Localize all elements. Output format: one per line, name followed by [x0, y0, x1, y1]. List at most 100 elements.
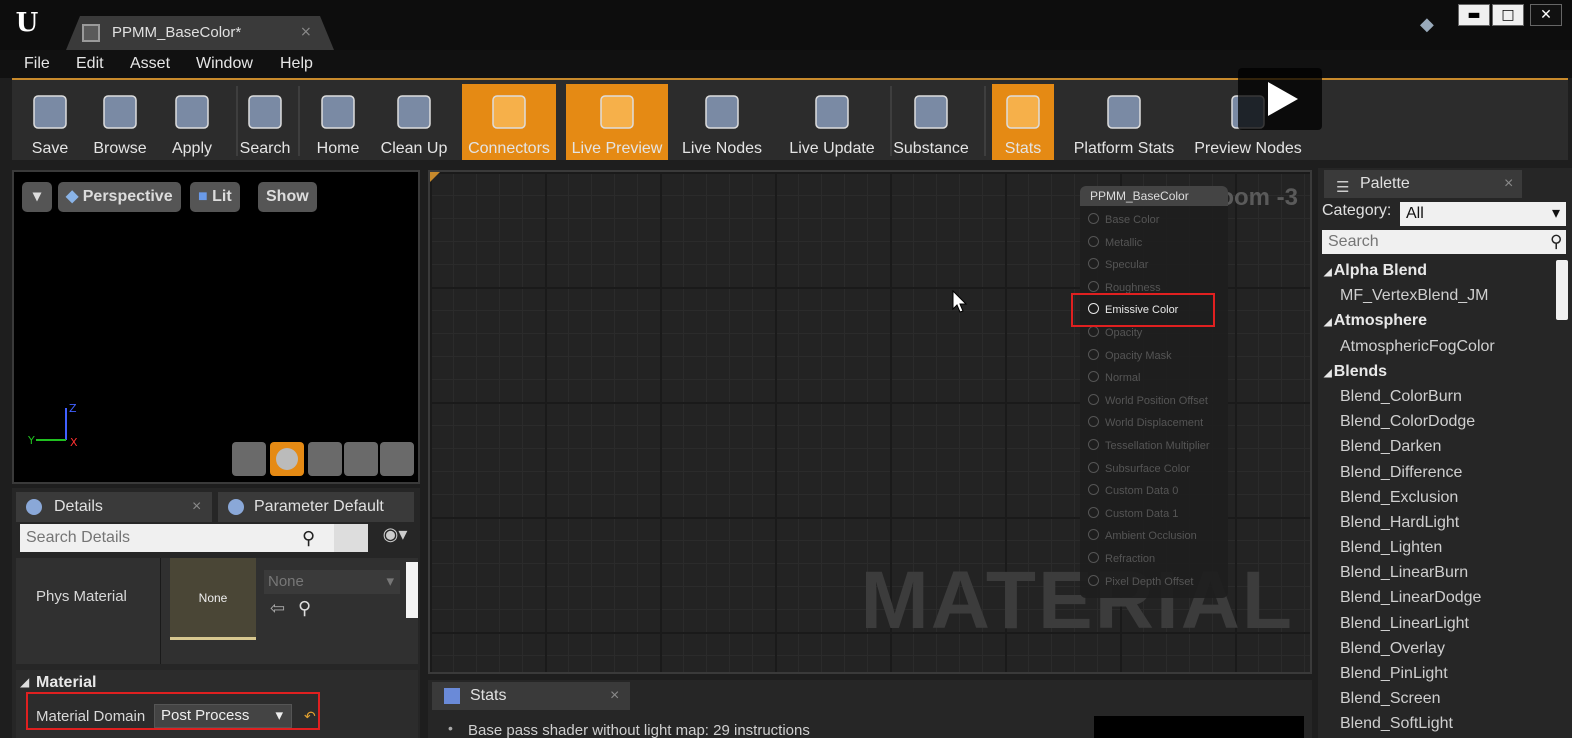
palette-item[interactable]: Blend_HardLight	[1318, 510, 1554, 535]
category-select[interactable]: All ▾	[1400, 202, 1566, 226]
preview-sphere-icon[interactable]	[270, 442, 304, 476]
home-button[interactable]: Home	[306, 84, 370, 160]
tab-details-close-icon[interactable]: ×	[192, 492, 201, 522]
tab-parameter-default[interactable]: Parameter Default	[218, 492, 414, 522]
palette-item[interactable]: Blend_ColorDodge	[1318, 409, 1554, 434]
tv-icon	[595, 90, 639, 136]
menu-window[interactable]: Window	[196, 55, 253, 73]
apply-button[interactable]: Apply	[160, 84, 224, 160]
palette-item[interactable]: Blend_LinearLight	[1318, 611, 1554, 636]
phys-material-combo[interactable]: None ▾	[264, 570, 400, 594]
node-pin-opacity-mask[interactable]: Opacity Mask	[1088, 349, 1172, 362]
perspective-button[interactable]: ◆ Perspective	[58, 182, 181, 212]
material-graph-canvas[interactable]: Zoom -3 MATERIAL PPMM_BaseColor Base Col…	[428, 170, 1312, 674]
document-tab-label: PPMM_BaseColor*	[112, 24, 242, 41]
palette-item[interactable]: Blend_Screen	[1318, 686, 1554, 711]
palette-item[interactable]: Blend_ColorBurn	[1318, 384, 1554, 409]
live-nodes-button[interactable]: Live Nodes	[678, 84, 766, 160]
tab-palette-close-icon[interactable]: ×	[1504, 170, 1513, 198]
palette-item[interactable]: Blend_LinearBurn	[1318, 560, 1554, 585]
material-result-node[interactable]: PPMM_BaseColor Base Color Metallic Specula…	[1080, 186, 1228, 598]
node-pin-tessellation-multiplier[interactable]: Tessellation Multiplier	[1088, 439, 1210, 452]
menu-edit[interactable]: Edit	[76, 55, 104, 73]
platform-stats-button[interactable]: Platform Stats	[1060, 84, 1188, 160]
palette-row-label: Blend_Difference	[1340, 463, 1463, 481]
maximize-button[interactable]: □	[1492, 4, 1524, 26]
chevron-down-icon: ▾	[1551, 205, 1560, 222]
palette-item[interactable]: Blend_Exclusion	[1318, 485, 1554, 510]
node-pin-specular[interactable]: Specular	[1088, 258, 1148, 271]
preview-cube-icon[interactable]	[344, 442, 378, 476]
menu-file[interactable]: File	[24, 55, 50, 73]
tab-palette[interactable]: ☰ Palette ×	[1324, 170, 1522, 198]
use-selected-arrow-icon[interactable]: ⇦	[270, 598, 285, 619]
palette-scrollbar[interactable]	[1556, 260, 1568, 320]
toolbar: Save Browse Apply Search Home Clean Up Connect…	[12, 78, 1568, 160]
phys-material-thumbnail[interactable]: None	[170, 558, 256, 640]
palette-row-label: Blend_SoftLight	[1340, 715, 1453, 733]
palette-item[interactable]: MF_VertexBlend_JM	[1318, 283, 1554, 308]
palette-item[interactable]: Blend_LinearDodge	[1318, 585, 1554, 610]
node-pin-subsurface-color[interactable]: Subsurface Color	[1088, 462, 1190, 475]
toolbar-separator	[298, 86, 300, 156]
node-pin-custom-data-0[interactable]: Custom Data 0	[1088, 484, 1178, 497]
viewport-options-button[interactable]: ▾	[22, 182, 52, 212]
video-play-button[interactable]	[1238, 68, 1322, 130]
palette-item[interactable]: Blend_SoftLight	[1318, 711, 1554, 736]
node-pin-metallic[interactable]: Metallic	[1088, 236, 1142, 249]
node-pin-opacity[interactable]: Opacity	[1088, 326, 1142, 339]
preview-plane-icon[interactable]	[308, 442, 342, 476]
lit-button[interactable]: ■ Lit	[190, 182, 240, 212]
close-button[interactable]: ✕	[1530, 4, 1562, 26]
substance-button[interactable]: Substance	[886, 84, 976, 160]
node-pin-world-displacement[interactable]: World Displacement	[1088, 416, 1203, 429]
save-button[interactable]: Save	[16, 84, 84, 160]
minimize-button[interactable]: ▬	[1458, 4, 1490, 26]
toolbar-label: Browse	[93, 140, 147, 157]
document-tab-close-icon[interactable]: ×	[300, 24, 312, 40]
node-pin-base-color[interactable]: Base Color	[1088, 213, 1159, 226]
palette-item[interactable]: Blend_PinLight	[1318, 661, 1554, 686]
node-pin-roughness[interactable]: Roughness	[1088, 281, 1161, 294]
palette-item[interactable]: AtmosphericFogColor	[1318, 334, 1554, 359]
palette-item[interactable]: Blend_Difference	[1318, 460, 1554, 485]
search-details-input[interactable]	[20, 524, 336, 552]
tab-details[interactable]: Details ×	[16, 492, 212, 522]
show-button[interactable]: Show	[258, 182, 317, 212]
node-pin-world-position-offset[interactable]: World Position Offset	[1088, 394, 1208, 407]
palette-category[interactable]: ◢ Alpha Blend	[1318, 258, 1554, 283]
grid-view-icon[interactable]	[334, 524, 368, 552]
preview-teapot-icon[interactable]	[380, 442, 414, 476]
clean-up-button[interactable]: Clean Up	[374, 84, 454, 160]
palette-category[interactable]: ◢ Blends	[1318, 359, 1554, 384]
tab-stats[interactable]: Stats ×	[432, 682, 630, 710]
stats-button[interactable]: Stats	[992, 84, 1054, 160]
search-button[interactable]: Search	[230, 84, 300, 160]
node-pin-normal[interactable]: Normal	[1088, 371, 1140, 384]
menu-asset[interactable]: Asset	[130, 55, 170, 73]
palette-category[interactable]: ◢ Atmosphere	[1318, 308, 1554, 333]
menu-help[interactable]: Help	[280, 55, 313, 73]
node-pin-custom-data-1[interactable]: Custom Data 1	[1088, 507, 1178, 520]
expand-arrow-icon[interactable]: ◢	[20, 675, 29, 689]
details-scrollbar[interactable]	[406, 562, 418, 618]
eye-visibility-icon[interactable]: ◉▾	[372, 524, 418, 552]
preview-viewport[interactable]: ▾ ◆ Perspective ■ Lit Show Z Y X	[12, 170, 420, 484]
node-pin-pixel-depth-offset[interactable]: Pixel Depth Offset	[1088, 575, 1193, 588]
source-control-cube-icon[interactable]: ◆	[1420, 14, 1440, 34]
perspective-icon: ◆	[66, 188, 83, 205]
live-update-button[interactable]: Live Update	[780, 84, 884, 160]
save-icon	[28, 90, 72, 136]
browse-search-icon[interactable]: ⚲	[298, 598, 311, 619]
node-pin-refraction[interactable]: Refraction	[1088, 552, 1155, 565]
browse-button[interactable]: Browse	[86, 84, 154, 160]
palette-item[interactable]: Blend_Darken	[1318, 434, 1554, 459]
node-pin-ambient-occlusion[interactable]: Ambient Occlusion	[1088, 529, 1197, 542]
palette-item[interactable]: Blend_Overlay	[1318, 636, 1554, 661]
live-preview-button[interactable]: Live Preview	[566, 84, 668, 160]
connectors-button[interactable]: Connectors	[462, 84, 556, 160]
palette-search-input[interactable]	[1322, 230, 1566, 254]
tab-stats-close-icon[interactable]: ×	[610, 682, 619, 710]
palette-item[interactable]: Blend_Lighten	[1318, 535, 1554, 560]
preview-cylinder-icon[interactable]	[232, 442, 266, 476]
